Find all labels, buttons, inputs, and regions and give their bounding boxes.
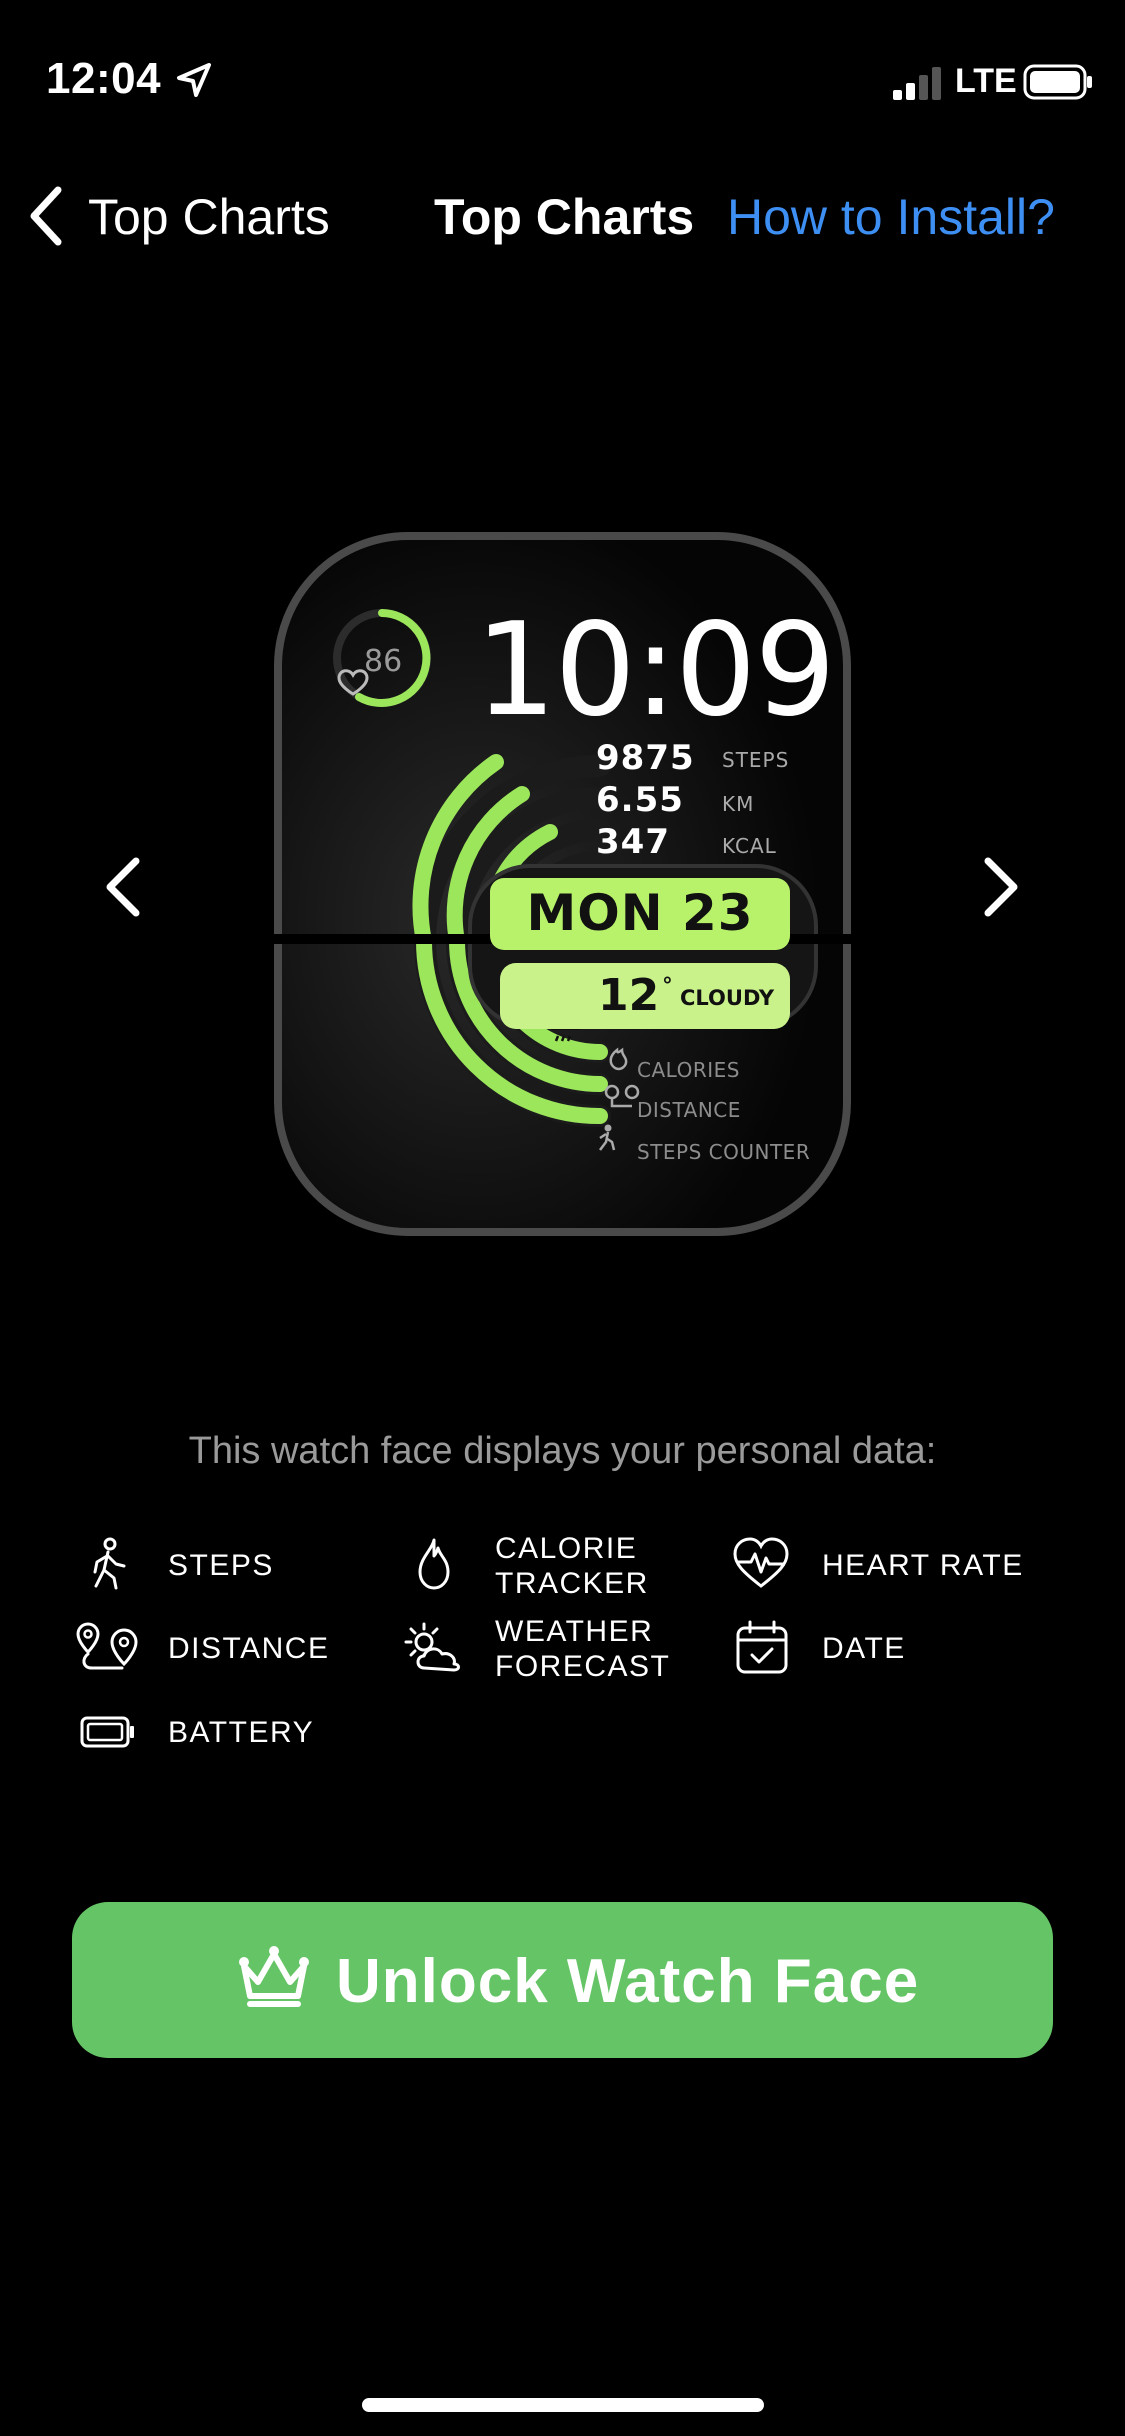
back-chevron-icon[interactable] bbox=[26, 184, 66, 248]
flame-icon bbox=[418, 1538, 450, 1590]
feature-heart-rate: HEART RATE bbox=[822, 1549, 1024, 1582]
location-arrow-icon bbox=[177, 63, 211, 97]
feature-date: DATE bbox=[822, 1632, 906, 1665]
feature-battery: BATTERY bbox=[168, 1716, 315, 1749]
legend-calories: CALORIES bbox=[637, 1058, 740, 1082]
steps-unit: STEPS bbox=[722, 748, 790, 772]
steps-value: 9875 bbox=[596, 738, 695, 778]
sun-cloud-icon bbox=[404, 1622, 460, 1672]
calendar-check-icon bbox=[736, 1620, 788, 1674]
previous-arrow-icon[interactable] bbox=[100, 855, 146, 919]
next-arrow-icon[interactable] bbox=[978, 855, 1024, 919]
weather-degree: ° bbox=[663, 972, 672, 997]
weather-temp: 12 bbox=[598, 970, 660, 1021]
feature-distance: DISTANCE bbox=[168, 1632, 330, 1665]
feature-steps: STEPS bbox=[168, 1549, 274, 1582]
walking-person-icon bbox=[93, 1537, 126, 1590]
unlock-button-label[interactable]: Unlock Watch Face bbox=[336, 1946, 919, 2017]
heart-rate-icon bbox=[733, 1537, 789, 1588]
feature-calorie-tracker: CALORIE TRACKER bbox=[495, 1532, 649, 1600]
watch-date: MON 23 bbox=[526, 884, 754, 942]
network-type: LTE bbox=[955, 62, 1017, 100]
legend-steps-counter: STEPS COUNTER bbox=[637, 1140, 811, 1164]
watch-time: 10:09 bbox=[475, 596, 836, 745]
battery-status-icon bbox=[1023, 64, 1092, 100]
calories-unit: KCAL bbox=[722, 834, 777, 858]
distance-value: 6.55 bbox=[596, 780, 684, 820]
signal-strength-icon bbox=[893, 67, 941, 100]
distance-pins-icon bbox=[76, 1622, 138, 1670]
how-to-install-link[interactable]: How to Install? bbox=[727, 188, 1055, 246]
weather-condition: CLOUDY bbox=[680, 986, 775, 1010]
home-indicator[interactable] bbox=[362, 2398, 764, 2412]
page-title: Top Charts bbox=[434, 189, 695, 245]
crown-icon bbox=[239, 1946, 309, 2007]
data-info-title: This watch face displays your personal d… bbox=[188, 1430, 937, 1472]
distance-unit: KM bbox=[722, 792, 755, 816]
heart-rate-value: 86 bbox=[364, 644, 403, 679]
status-time: 12:04 bbox=[46, 54, 162, 103]
feature-weather-forecast: WEATHER FORECAST bbox=[495, 1615, 671, 1683]
legend-distance: DISTANCE bbox=[637, 1098, 741, 1122]
battery-icon bbox=[80, 1716, 134, 1748]
calories-value: 347 bbox=[596, 822, 670, 862]
back-button-label[interactable]: Top Charts bbox=[88, 188, 330, 246]
